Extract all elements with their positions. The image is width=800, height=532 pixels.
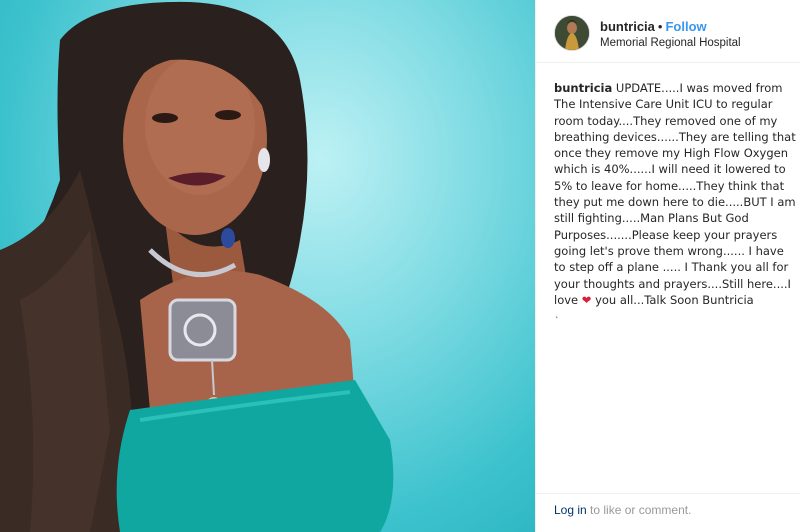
caption-tail-mark: ˛: [554, 305, 560, 320]
header-user-line: buntricia • Follow: [600, 19, 707, 34]
login-link[interactable]: Log in: [554, 503, 587, 517]
post-photo[interactable]: [0, 0, 535, 532]
avatar-image: [555, 16, 589, 50]
login-prompt: Log in to like or comment.: [554, 503, 691, 517]
post-side-panel: buntricia • Follow Memorial Regional Hospi…: [536, 0, 800, 532]
login-prompt-text: to like or comment.: [590, 503, 692, 517]
portrait-image: [0, 1, 394, 532]
separator-dot: •: [657, 19, 663, 34]
follow-button[interactable]: Follow: [665, 19, 706, 34]
avatar[interactable]: [554, 15, 590, 51]
instagram-post: buntricia • Follow Memorial Regional Hospi…: [0, 0, 800, 532]
post-caption: buntricia UPDATE.....I was moved from Th…: [554, 80, 798, 318]
caption-text: UPDATE.....I was moved from The Intensiv…: [554, 81, 796, 307]
username-link[interactable]: buntricia: [600, 19, 655, 34]
location-link[interactable]: Memorial Regional Hospital: [600, 37, 741, 49]
post-footer: Log in to like or comment.: [536, 493, 800, 532]
caption-username[interactable]: buntricia: [554, 81, 612, 95]
post-header: buntricia • Follow Memorial Regional Hospi…: [536, 0, 800, 63]
heart-icon: ❤: [581, 292, 592, 307]
caption-text-end: you all...Talk Soon Buntricia: [595, 292, 754, 307]
